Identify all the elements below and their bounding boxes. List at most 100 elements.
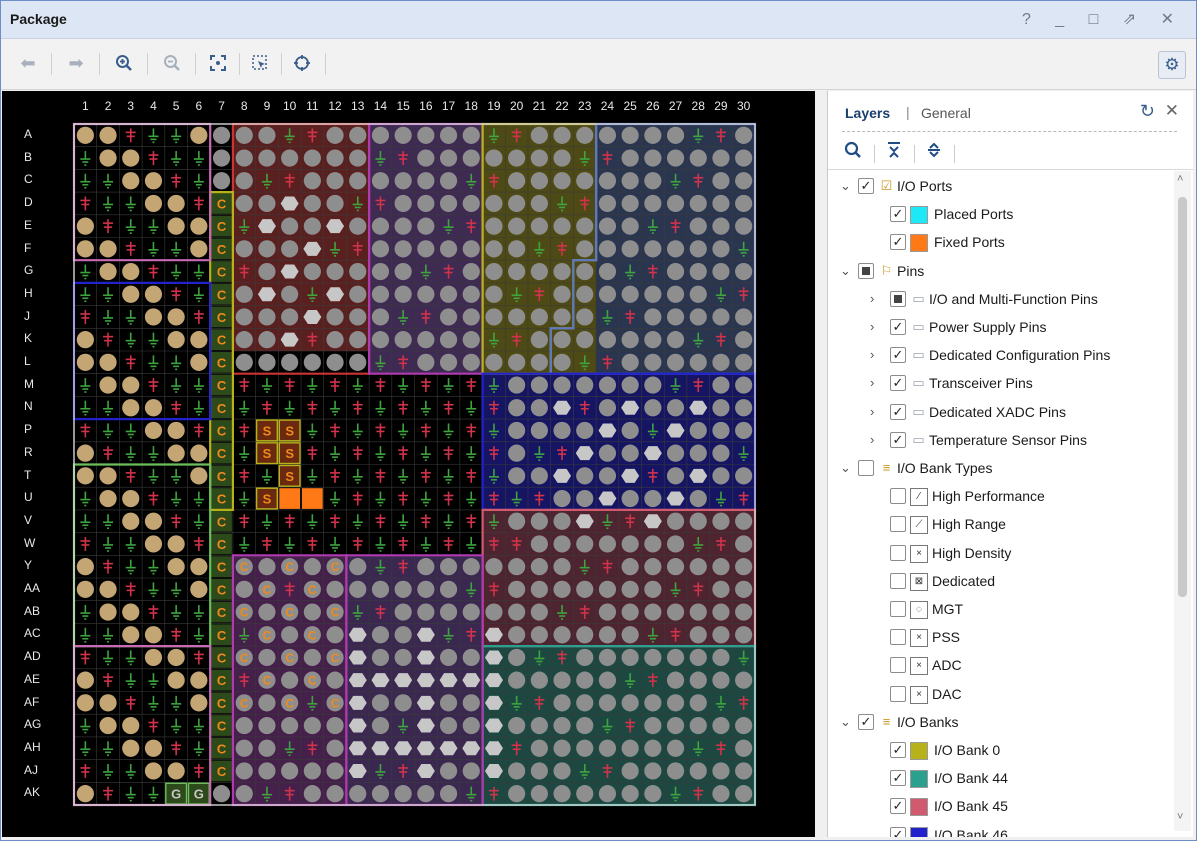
color-swatch[interactable] [910, 798, 928, 817]
layer-checkbox[interactable]: ✓ [890, 375, 906, 392]
expand-all-icon[interactable] [926, 141, 942, 164]
window-controls[interactable]: ? _ □ ⇗ ✕ [1022, 9, 1184, 29]
io-pin [666, 648, 685, 667]
chevron-right-icon[interactable]: › [870, 404, 874, 419]
select-area-button[interactable] [247, 50, 273, 76]
layer-row[interactable]: ⊠ Dedicated [828, 570, 1173, 594]
io-pin [598, 126, 617, 144]
io-pin-tan [76, 331, 94, 349]
layer-checkbox[interactable] [890, 290, 906, 307]
layer-row[interactable]: × PSS [828, 626, 1173, 650]
io-pin-tan [76, 240, 94, 258]
layer-checkbox[interactable]: ✓ [858, 713, 874, 730]
chevron-down-icon[interactable]: ⌄ [840, 460, 851, 476]
layer-checkbox[interactable]: ✓ [890, 347, 906, 364]
layer-checkbox[interactable]: ✓ [890, 431, 906, 448]
sysmon-marker: S [285, 423, 294, 438]
settings-button[interactable]: ⚙ [1158, 51, 1186, 79]
layer-row[interactable]: × DAC [828, 683, 1173, 707]
color-swatch[interactable] [910, 234, 928, 253]
layer-checkbox[interactable] [858, 262, 874, 279]
io-pin [621, 785, 639, 803]
color-swatch[interactable] [910, 742, 928, 760]
layer-checkbox[interactable] [858, 460, 874, 476]
layer-checkbox[interactable] [890, 657, 906, 674]
layer-row[interactable]: › ✓ ▭ Transceiver Pins [828, 372, 1173, 396]
layer-checkbox[interactable] [890, 544, 906, 561]
zoom-in-button[interactable] [111, 50, 137, 76]
layer-row[interactable]: ✓ I/O Bank 0 [828, 739, 1173, 763]
chevron-down-icon[interactable]: ⌄ [840, 178, 851, 194]
io-pin [326, 626, 344, 644]
layer-checkbox[interactable] [890, 629, 906, 646]
color-swatch[interactable] [910, 826, 928, 837]
close-icon[interactable]: ✕ [1165, 101, 1179, 121]
search-icon[interactable] [844, 141, 862, 164]
layer-row[interactable]: ⁄ High Performance [828, 485, 1173, 509]
chevron-down-icon[interactable]: ⌄ [840, 263, 851, 279]
layer-checkbox[interactable]: ✓ [858, 178, 874, 194]
io-pin [371, 331, 390, 349]
layer-row[interactable]: › ✓ ▭ Dedicated Configuration Pins [828, 344, 1173, 368]
color-swatch[interactable] [910, 206, 928, 225]
layer-row[interactable]: › ✓ ▭ Power Supply Pins [828, 316, 1173, 340]
layer-checkbox[interactable]: ✓ [890, 403, 906, 420]
chevron-right-icon[interactable]: › [870, 347, 874, 362]
bank-type-icon: ⊠ [910, 572, 928, 591]
chevron-right-icon[interactable]: › [870, 375, 874, 390]
layer-checkbox[interactable] [890, 516, 906, 533]
collapse-all-icon[interactable] [886, 141, 902, 164]
back-button[interactable]: ⬅ [15, 50, 41, 76]
io-pin [553, 331, 571, 349]
io-pin [598, 603, 617, 621]
layers-scrollbar[interactable]: ˄ ˅ [1174, 171, 1191, 831]
layer-row[interactable]: ✓ I/O Bank 45 [828, 795, 1173, 819]
layer-row[interactable]: ⌄ ✓ ☑ I/O Ports [828, 175, 1173, 199]
package-view[interactable]: 1 2 3 4 5 6 7 8 9 10 11 12 13 14 15 16 17 18 19 20 21 22 23 24 2… [2, 91, 815, 837]
layer-row[interactable]: ⌄ ✓ ≡ I/O Banks [828, 711, 1173, 735]
layer-row[interactable]: › ✓ ▭ Temperature Sensor Pins [828, 429, 1173, 453]
io-pin-tan [167, 421, 185, 440]
layer-checkbox[interactable]: ✓ [890, 206, 906, 223]
layer-row[interactable]: × High Density [828, 542, 1173, 566]
zoom-out-button[interactable] [159, 50, 185, 76]
zoom-fit-button[interactable] [205, 50, 231, 76]
layer-row[interactable]: ✓ I/O Bank 46 [828, 824, 1173, 837]
package-pin-grid[interactable]: CCCCCCCCCCCCCCCCC C C CC C CC C C CC C CC C C CC C CC C C… [2, 91, 815, 837]
color-swatch[interactable] [910, 770, 928, 789]
layer-checkbox[interactable] [890, 572, 906, 589]
refresh-icon[interactable]: ↻ [1140, 101, 1155, 122]
layer-checkbox[interactable]: ✓ [890, 742, 906, 758]
layer-row[interactable]: × ADC [828, 654, 1173, 678]
chevron-down-icon[interactable]: ⌄ [840, 714, 851, 730]
layer-checkbox[interactable]: ✓ [890, 798, 906, 815]
layer-row[interactable]: ✓ Placed Ports [828, 203, 1173, 227]
io-pin-tan [122, 512, 140, 530]
layer-row[interactable]: › ▭ I/O and Multi-Function Pins [828, 288, 1173, 312]
layer-row[interactable]: ◌ MGT [828, 598, 1173, 622]
autofit-button[interactable] [289, 50, 315, 76]
layer-row[interactable]: ✓ Fixed Ports [828, 231, 1173, 255]
forward-button[interactable]: ➡ [63, 50, 89, 76]
layer-checkbox[interactable] [890, 601, 906, 617]
layer-checkbox[interactable] [890, 685, 906, 702]
layer-checkbox[interactable]: ✓ [890, 319, 906, 335]
chevron-right-icon[interactable]: › [870, 319, 874, 334]
scroll-up-icon[interactable]: ˄ [1177, 173, 1183, 185]
layer-row[interactable]: ⟋ High Range [828, 513, 1173, 537]
layer-row[interactable]: › ✓ ▭ Dedicated XADC Pins [828, 401, 1173, 425]
layer-checkbox[interactable]: ✓ [890, 770, 906, 787]
scroll-down-icon[interactable]: ˅ [1177, 811, 1183, 823]
layer-checkbox[interactable]: ✓ [890, 826, 906, 837]
tab-general[interactable]: General [921, 105, 971, 121]
chevron-right-icon[interactable]: › [870, 291, 874, 306]
tab-layers[interactable]: Layers [845, 105, 890, 121]
layer-row[interactable]: ✓ I/O Bank 44 [828, 767, 1173, 791]
layer-checkbox[interactable] [890, 488, 906, 505]
scroll-thumb[interactable] [1178, 197, 1187, 597]
layer-row[interactable]: ⌄ ≡ I/O Bank Types [828, 457, 1173, 481]
io-pin [417, 194, 435, 213]
layer-row[interactable]: ⌄ ⚐ Pins [828, 260, 1173, 284]
chevron-right-icon[interactable]: › [870, 432, 874, 447]
layer-checkbox[interactable]: ✓ [890, 234, 906, 251]
